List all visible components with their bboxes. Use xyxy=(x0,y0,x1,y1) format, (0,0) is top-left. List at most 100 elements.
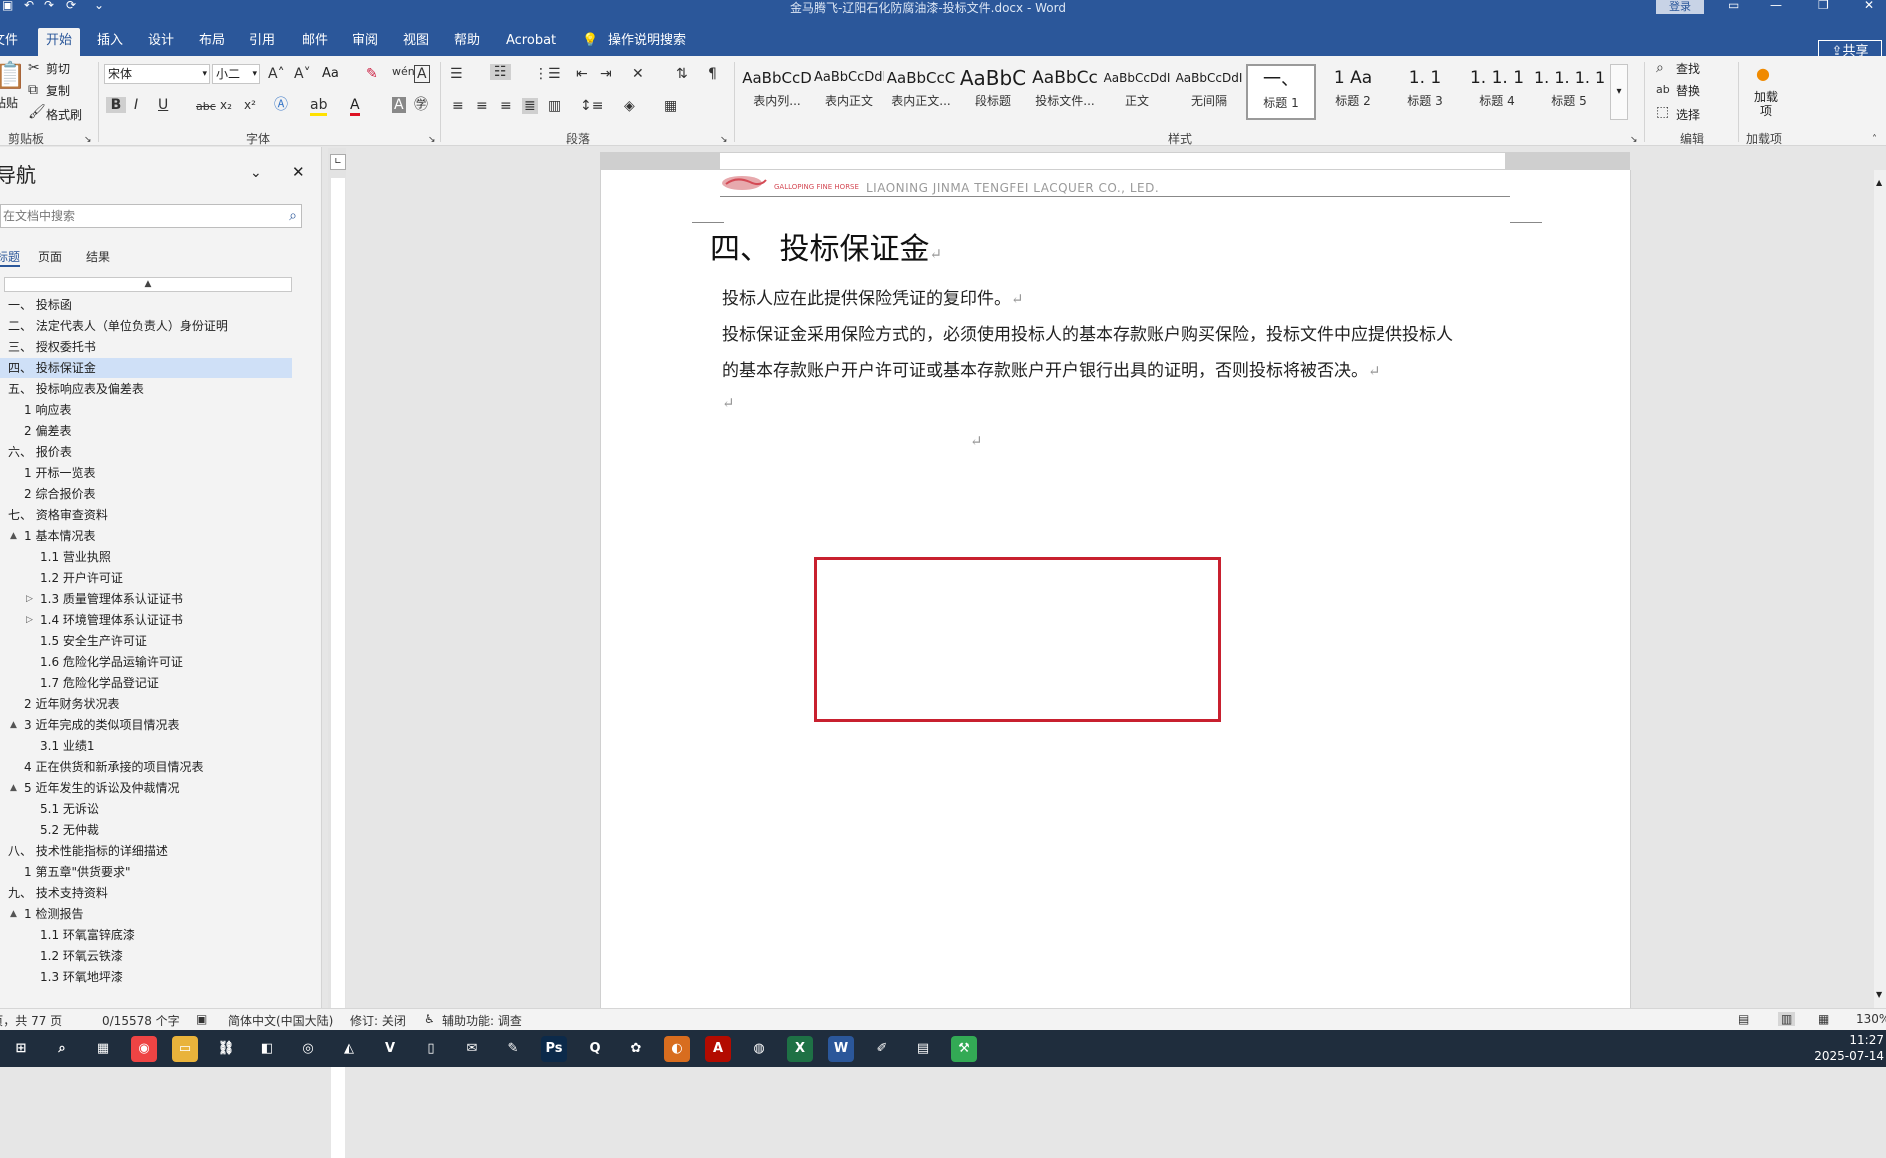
nav-heading-item[interactable]: 1 第五章"供货要求" xyxy=(0,862,292,882)
close-icon[interactable]: ✕ xyxy=(1864,0,1874,12)
italic-button[interactable]: I xyxy=(134,97,138,113)
font-color-button[interactable]: A xyxy=(350,97,360,116)
clear-format-icon[interactable]: ✎ xyxy=(366,66,378,82)
tab-help[interactable]: 帮助 xyxy=(454,28,480,56)
photoshop-icon[interactable]: Ps xyxy=(541,1036,567,1062)
char-border-icon[interactable]: A xyxy=(414,65,430,83)
vertical-scrollbar[interactable]: ▲ ▼ xyxy=(1874,170,1886,1008)
search-icon[interactable]: ⌕ xyxy=(289,205,297,227)
find-icon[interactable]: ⌕ xyxy=(1656,60,1664,76)
increase-indent-icon[interactable]: ⇥ xyxy=(600,66,612,82)
print-layout-icon[interactable]: ▥ xyxy=(1778,1012,1796,1026)
word-icon[interactable]: W xyxy=(828,1036,854,1062)
replace-icon[interactable]: ab xyxy=(1656,82,1670,98)
nav-heading-item[interactable]: 二、 法定代表人（单位负责人）身份证明 xyxy=(0,316,292,336)
calculator-icon[interactable]: ▦ xyxy=(90,1036,116,1062)
shrink-font-icon[interactable]: A˅ xyxy=(294,66,311,82)
nav-heading-item[interactable]: ▷ 1.4 环境管理体系认证证书 xyxy=(0,610,292,630)
vs-icon[interactable]: V xyxy=(377,1036,403,1062)
track-changes-status[interactable]: 修订: 关闭 xyxy=(350,1012,406,1029)
expand-triangle-icon[interactable]: ▷ xyxy=(26,610,33,630)
dialog-launcher-icon[interactable]: ↘ xyxy=(428,132,436,148)
customize-icon[interactable]: ⌄ xyxy=(94,0,104,12)
nav-heading-item[interactable]: 1.1 营业执照 xyxy=(0,547,292,567)
select-icon[interactable]: ⬚ xyxy=(1656,104,1669,120)
nav-heading-item[interactable]: 5.1 无诉讼 xyxy=(0,799,292,819)
copy-button[interactable]: 复制 xyxy=(46,82,70,99)
nav-heading-item[interactable]: 1.5 安全生产许可证 xyxy=(0,631,292,651)
qq-icon[interactable]: Q xyxy=(582,1036,608,1062)
nav-heading-item[interactable]: 九、 技术支持资料 xyxy=(0,883,292,903)
change-case-button[interactable]: Aa xyxy=(322,66,339,81)
save-icon[interactable]: ▣ xyxy=(2,0,13,12)
paste-button[interactable]: 粘贴 xyxy=(0,94,18,111)
nav-heading-item[interactable]: 1 开标一览表 xyxy=(0,463,292,483)
nav-heading-item[interactable]: ▲ 1 检测报告 xyxy=(0,904,292,924)
redo-icon[interactable]: ↷ xyxy=(44,0,54,12)
nav-heading-item[interactable]: 五、 投标响应表及偏差表 xyxy=(0,379,292,399)
style-item[interactable]: AaBbCcDdI 表内正文 xyxy=(814,64,884,120)
scroll-up-icon[interactable]: ▲ xyxy=(1876,178,1882,187)
bold-button[interactable]: B xyxy=(106,97,126,113)
align-center-icon[interactable]: ≡ xyxy=(476,98,488,114)
store-icon[interactable]: ◧ xyxy=(254,1036,280,1062)
tab-selector-icon[interactable]: ∟ xyxy=(330,154,346,170)
nav-heading-item[interactable]: 5.2 无仲裁 xyxy=(0,820,292,840)
app-icon[interactable]: ◎ xyxy=(295,1036,321,1062)
bird-icon[interactable]: ✿ xyxy=(623,1036,649,1062)
network-icon[interactable]: ⛓ xyxy=(213,1036,239,1062)
style-item[interactable]: 1. 1 标题 3 xyxy=(1390,64,1460,120)
nav-heading-item[interactable]: 六、 报价表 xyxy=(0,442,292,462)
tab-references[interactable]: 引用 xyxy=(249,28,275,56)
nav-heading-item[interactable]: 1 响应表 xyxy=(0,400,292,420)
pen-icon[interactable]: ✎ xyxy=(500,1036,526,1062)
shading-icon[interactable]: ◈ xyxy=(624,98,635,114)
nav-heading-item[interactable]: 2 偏差表 xyxy=(0,421,292,441)
style-item[interactable]: AaBbCcC 表内正文... xyxy=(886,64,956,120)
nav-heading-item[interactable]: 七、 资格审查资料 xyxy=(0,505,292,525)
collapse-triangle-icon[interactable]: ▲ xyxy=(10,526,17,546)
zoom-level[interactable]: 130% xyxy=(1856,1012,1886,1026)
nav-heading-item[interactable]: 三、 授权委托书 xyxy=(0,337,292,357)
qqbrowser-icon[interactable]: ◍ xyxy=(746,1036,772,1062)
style-item[interactable]: AaBbCcD 表内列... xyxy=(742,64,812,120)
chrome-icon[interactable]: ◉ xyxy=(131,1036,157,1062)
style-item[interactable]: AaBbCcDdI 无间隔 xyxy=(1174,64,1244,120)
calendar-icon[interactable]: ▤ xyxy=(910,1036,936,1062)
style-item[interactable]: AaBbCcDdI 正文 xyxy=(1102,64,1172,120)
copy-icon[interactable]: ⧉ xyxy=(28,82,38,98)
find-button[interactable]: 查找 xyxy=(1676,60,1700,77)
style-item[interactable]: 1 Aa 标题 2 xyxy=(1318,64,1388,120)
scissors-icon[interactable]: ✂ xyxy=(28,60,40,76)
nav-heading-item[interactable]: 3.1 业绩1 xyxy=(0,736,292,756)
refresh-icon[interactable]: ⟳ xyxy=(66,0,76,12)
collapse-triangle-icon[interactable]: ▲ xyxy=(10,904,17,924)
collapse-triangle-icon[interactable]: ▲ xyxy=(10,715,17,735)
select-button[interactable]: 选择 xyxy=(1676,106,1700,123)
numbering-icon[interactable]: ☷ xyxy=(490,64,511,80)
tab-acrobat[interactable]: Acrobat xyxy=(506,28,556,56)
format-painter-icon[interactable]: 🖌 xyxy=(28,104,46,120)
map-icon[interactable]: ◭ xyxy=(336,1036,362,1062)
distributed-icon[interactable]: ▥ xyxy=(548,98,561,114)
tool-icon[interactable]: ⚒ xyxy=(951,1036,977,1062)
nav-heading-item[interactable]: 1.2 开户许可证 xyxy=(0,568,292,588)
show-marks-icon[interactable]: ¶ xyxy=(708,66,717,82)
tab-mailings[interactable]: 邮件 xyxy=(302,28,328,56)
bullets-icon[interactable]: ☰ xyxy=(450,66,463,82)
nav-heading-item[interactable]: 4 正在供货和新承接的项目情况表 xyxy=(0,757,292,777)
nav-heading-item[interactable]: 一、 投标函 xyxy=(0,295,292,315)
addins-icon[interactable]: ● xyxy=(1756,66,1770,82)
close-icon[interactable]: ✕ xyxy=(292,163,305,181)
justify-icon[interactable]: ≣ xyxy=(522,98,538,114)
dialog-launcher-icon[interactable]: ↘ xyxy=(84,132,92,148)
accessibility-status[interactable]: 辅助功能: 调查 xyxy=(442,1012,522,1029)
tab-home[interactable]: 开始 xyxy=(38,28,81,56)
highlight-rectangle[interactable] xyxy=(814,557,1221,722)
multilevel-list-icon[interactable]: ⋮☰ xyxy=(534,66,561,82)
undo-icon[interactable]: ↶ xyxy=(24,0,34,12)
paste-icon[interactable]: 📋 xyxy=(0,62,26,90)
tab-view[interactable]: 视图 xyxy=(403,28,429,56)
nav-heading-item[interactable]: 1.2 环氧云铁漆 xyxy=(0,946,292,966)
nav-heading-item[interactable]: 1.3 环氧地坪漆 xyxy=(0,967,292,987)
